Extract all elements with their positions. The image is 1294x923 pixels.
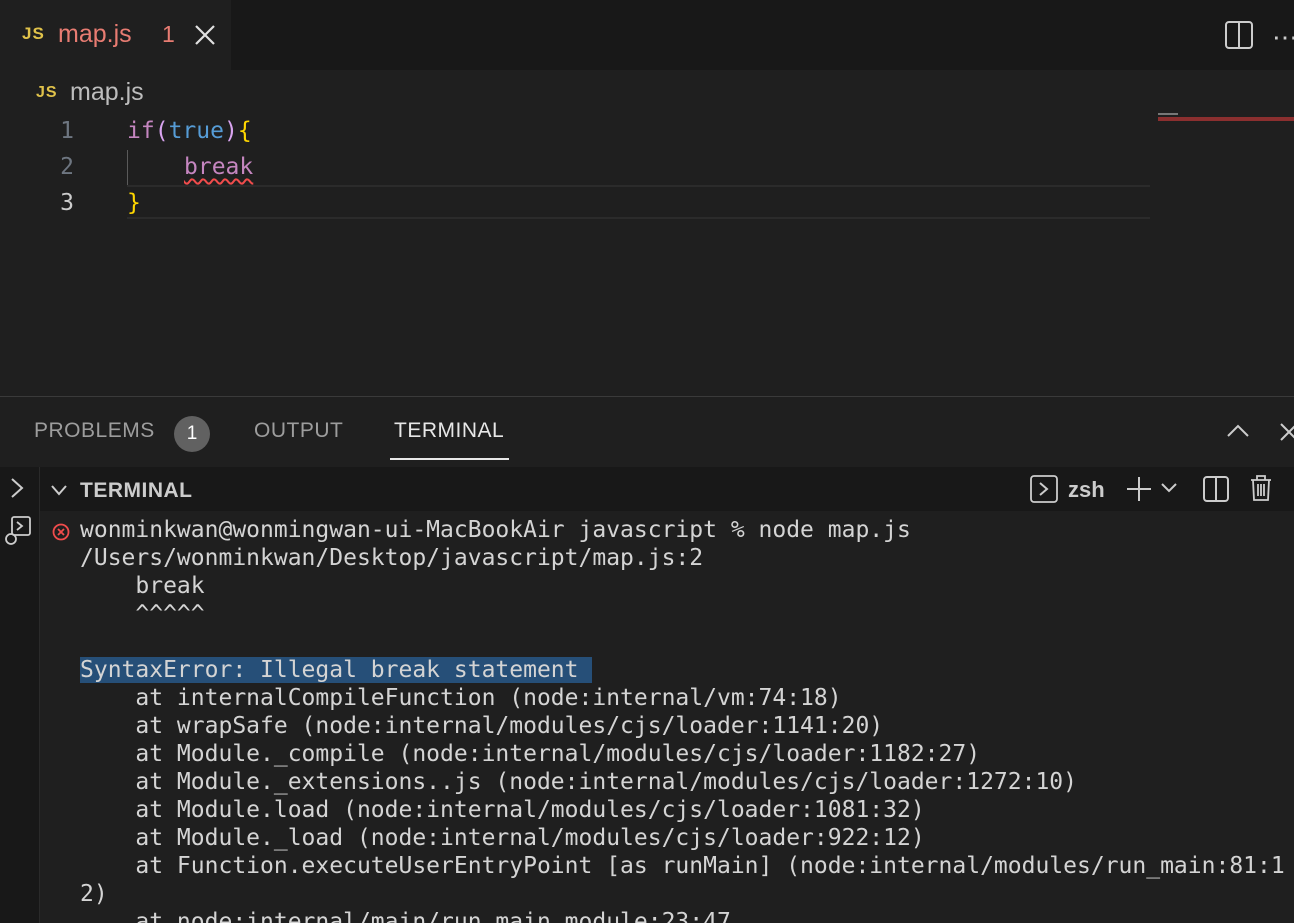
split-terminal-icon[interactable]: [1202, 475, 1230, 503]
terminal-section-title: TERMINAL: [80, 479, 193, 502]
line-number: 1: [60, 118, 74, 144]
chevron-up-icon[interactable]: [1226, 421, 1250, 439]
terminal-line: at Module._load (node:internal/modules/c…: [80, 825, 925, 851]
js-file-icon: JS: [36, 84, 58, 101]
terminal-line: at Module._compile (node:internal/module…: [80, 741, 981, 767]
split-editor-icon[interactable]: [1224, 20, 1254, 50]
terminal-line-selected: SyntaxError: Illegal break statement: [80, 657, 593, 683]
plus-icon[interactable]: [1125, 475, 1153, 503]
error-circle-icon[interactable]: [52, 523, 70, 541]
editor-tab-bar: JS map.js 1 ⋯: [0, 0, 1294, 70]
minimap-error-marker[interactable]: [1158, 117, 1294, 121]
terminal-side-strip: [0, 467, 40, 923]
terminal-line: wonminkwan@wonmingwan-ui-MacBookAir java…: [80, 517, 911, 543]
chevron-down-icon[interactable]: [50, 483, 68, 497]
indent-guide: [127, 150, 128, 186]
problems-count-badge: 1: [174, 416, 210, 452]
minimap-text: [1158, 113, 1178, 115]
tab-problems[interactable]: PROBLEMS: [34, 419, 155, 443]
shell-name[interactable]: zsh: [1068, 477, 1105, 503]
terminal-line: /Users/wonminkwan/Desktop/javascript/map…: [80, 545, 704, 571]
tab-problem-count: 1: [162, 21, 175, 47]
tab-filename: map.js: [58, 20, 132, 48]
code-line-1: if(true){: [127, 118, 252, 144]
current-line-highlight-bottom: [127, 217, 1150, 219]
editor-tab-map-js[interactable]: JS map.js 1: [0, 0, 231, 70]
trash-icon[interactable]: [1248, 473, 1274, 503]
code-line-3: }: [127, 190, 141, 216]
current-line-highlight-top: [127, 185, 1150, 187]
code-editor[interactable]: 1 2 3 if(true){ break }: [0, 112, 1294, 396]
terminal-output[interactable]: wonminkwan@wonmingwan-ui-MacBookAir java…: [40, 511, 1294, 923]
terminal-header: TERMINAL zsh: [40, 467, 1294, 511]
tab-output[interactable]: OUTPUT: [254, 419, 343, 443]
bottom-panel: PROBLEMS 1 OUTPUT TERMINAL TERMINAL zsh: [0, 396, 1294, 923]
line-number: 2: [60, 154, 74, 180]
terminal-line: at internalCompileFunction (node:interna…: [80, 685, 842, 711]
debug-console-icon[interactable]: [2, 515, 32, 547]
panel-close-icon[interactable]: [1278, 421, 1294, 443]
active-tab-indicator: [390, 458, 509, 460]
js-file-icon: JS: [22, 24, 45, 43]
code-line-2: break: [184, 154, 253, 180]
terminal-line: ^^^^^: [80, 601, 205, 627]
chevron-right-icon[interactable]: [8, 477, 26, 499]
terminal-shell-icon[interactable]: [1030, 475, 1058, 503]
breadcrumb-filename[interactable]: map.js: [70, 78, 144, 107]
terminal-line: break: [80, 573, 205, 599]
terminal-line: at Module.load (node:internal/modules/cj…: [80, 797, 925, 823]
error-squiggle: break: [184, 154, 254, 180]
terminal-line: at wrapSafe (node:internal/modules/cjs/l…: [80, 713, 884, 739]
terminal-line: at Module._extensions..js (node:internal…: [80, 769, 1077, 795]
chevron-down-icon[interactable]: [1160, 481, 1178, 495]
terminal-line: at Function.executeUserEntryPoint [as ru…: [80, 853, 1285, 879]
terminal-line: at node:internal/main/run_main_module:23…: [80, 909, 731, 923]
close-icon[interactable]: [192, 22, 218, 48]
terminal-line: 2): [80, 881, 108, 907]
more-icon[interactable]: ⋯: [1272, 22, 1294, 53]
tab-terminal[interactable]: TERMINAL: [394, 419, 504, 443]
line-number: 3: [60, 190, 74, 216]
